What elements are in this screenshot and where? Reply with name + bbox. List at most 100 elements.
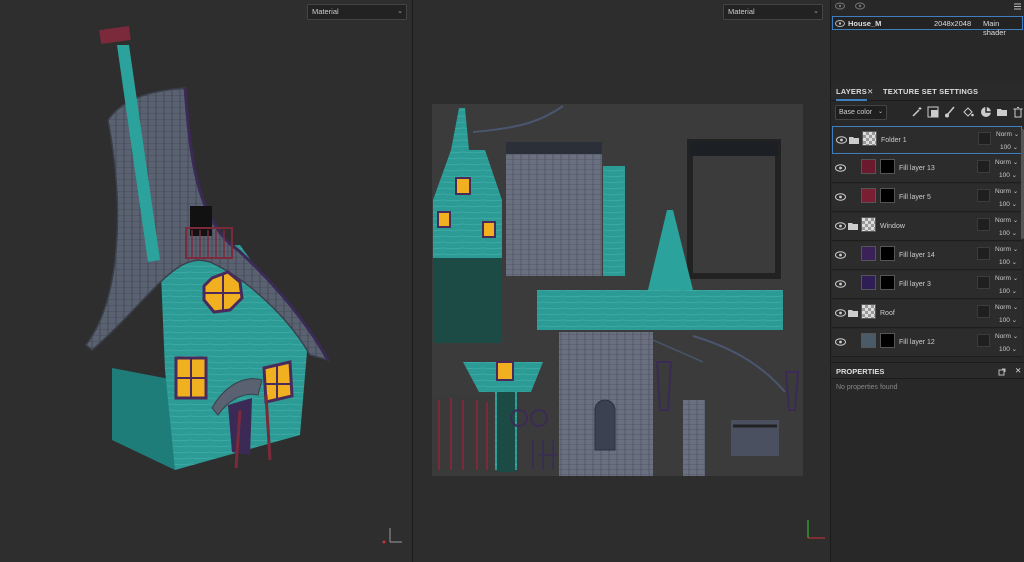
magic-wand-icon[interactable] [911, 106, 923, 118]
channel-dropdown[interactable]: Base color ⌄ [835, 105, 887, 120]
layer-name: Fill layer 3 [899, 281, 931, 288]
close-icon[interactable]: ✕ [1015, 366, 1021, 375]
layers-list: Folder 1 Norm ⌄ 100 ⌄ Fill layer 13 Norm… [831, 125, 1024, 357]
layer-row[interactable]: Folder 1 Norm ⌄ 100 ⌄ [832, 126, 1022, 154]
eye-icon[interactable] [835, 20, 845, 27]
add-mask-icon[interactable] [927, 106, 939, 118]
eye-icon[interactable] [835, 2, 845, 10]
texture-set-shader: Main shader [983, 19, 1006, 37]
viewport-2d[interactable]: Material ⌄ [413, 0, 830, 562]
layer-mask-thumbnail [880, 333, 895, 348]
texture-set-row[interactable]: House_M 2048x2048 Main shader [832, 16, 1023, 37]
eye-icon[interactable] [835, 221, 846, 231]
popout-icon[interactable] [998, 368, 1006, 376]
layer-mask-thumbnail [880, 246, 895, 261]
layer-row[interactable]: Roof Norm ⌄ 100 ⌄ [832, 300, 1022, 328]
texture-set-resolution: 2048x2048 [934, 19, 972, 28]
layer-blend-mode[interactable]: Norm ⌄ [996, 130, 1019, 138]
layer-opacity[interactable]: 100 ⌄ [999, 287, 1017, 295]
layer-row[interactable]: Window Norm ⌄ 100 ⌄ [832, 213, 1022, 241]
layer-mask-slot[interactable] [977, 276, 990, 289]
layer-mask-slot[interactable] [977, 160, 990, 173]
layer-name: Fill layer 14 [899, 252, 935, 259]
properties-empty-message: No properties found [836, 384, 898, 391]
layer-mask-slot[interactable] [977, 334, 990, 347]
tab-texture-set-settings[interactable]: TEXTURE SET SETTINGS [883, 87, 978, 96]
layer-opacity[interactable]: 100 ⌄ [999, 171, 1017, 179]
layer-blend-mode[interactable]: Norm ⌄ [995, 245, 1018, 253]
layer-blend-mode[interactable]: Norm ⌄ [995, 332, 1018, 340]
layer-row[interactable]: Fill layer 13 Norm ⌄ 100 ⌄ [832, 155, 1022, 183]
layers-tabbar: LAYERS ✕ TEXTURE SET SETTINGS [831, 84, 1024, 101]
trash-icon[interactable] [1012, 106, 1024, 118]
layer-color-thumbnail [861, 246, 876, 261]
layer-mask-slot[interactable] [977, 218, 990, 231]
viewport-3d[interactable]: Material ⌄ [0, 0, 412, 562]
layer-mask-thumbnail [880, 159, 895, 174]
close-icon[interactable]: ✕ [867, 87, 873, 96]
folder-icon[interactable] [849, 136, 859, 144]
axis-gizmo-3d [382, 528, 402, 544]
texture-set-header [831, 0, 1024, 13]
eye-icon[interactable] [835, 337, 846, 347]
layer-blend-mode[interactable]: Norm ⌄ [995, 187, 1018, 195]
layer-name: Fill layer 12 [899, 339, 935, 346]
layer-blend-mode[interactable]: Norm ⌄ [995, 216, 1018, 224]
layer-color-thumbnail [861, 275, 876, 290]
smart-material-icon[interactable] [980, 106, 992, 118]
layer-opacity[interactable]: 100 ⌄ [1000, 143, 1018, 151]
house-3d-model [84, 25, 330, 470]
layer-mask-thumbnail [880, 188, 895, 203]
right-panel: House_M 2048x2048 Main shader LAYERS ✕ T… [830, 0, 1024, 562]
menu-icon[interactable] [1013, 2, 1022, 11]
layer-thumbnail [862, 131, 877, 146]
layer-thumbnail [861, 217, 876, 232]
layer-name: Fill layer 13 [899, 165, 935, 172]
layer-opacity[interactable]: 100 ⌄ [999, 258, 1017, 266]
layer-name: Window [880, 223, 905, 230]
eye-icon[interactable] [835, 250, 846, 260]
layer-mask-slot[interactable] [978, 132, 991, 145]
tab-layers[interactable]: LAYERS [836, 87, 867, 101]
layer-color-thumbnail [861, 159, 876, 174]
layer-mask-slot[interactable] [977, 305, 990, 318]
layer-name: Roof [880, 310, 895, 317]
eye-icon[interactable] [835, 163, 846, 173]
layer-mask-thumbnail [880, 275, 895, 290]
folder-icon[interactable] [848, 309, 858, 317]
folder-icon[interactable] [996, 106, 1008, 118]
layer-row[interactable]: Fill layer 3 Norm ⌄ 100 ⌄ [832, 271, 1022, 299]
fill-bucket-icon[interactable] [962, 106, 974, 118]
layer-name: Fill layer 5 [899, 194, 931, 201]
eye-icon[interactable] [835, 192, 846, 202]
channel-dropdown-label: Base color [839, 109, 873, 116]
layer-blend-mode[interactable]: Norm ⌄ [995, 274, 1018, 282]
layer-mask-slot[interactable] [977, 189, 990, 202]
eye-icon[interactable] [835, 308, 846, 318]
layer-opacity[interactable]: 100 ⌄ [999, 316, 1017, 324]
layers-toolbar: Base color ⌄ [831, 103, 1024, 123]
layer-mask-slot[interactable] [977, 247, 990, 260]
properties-header: PROPERTIES ✕ [831, 362, 1024, 379]
axis-gizmo-2d [807, 520, 825, 539]
layer-color-thumbnail [861, 188, 876, 203]
eye-icon[interactable] [835, 279, 846, 289]
properties-title: PROPERTIES [836, 367, 885, 376]
layer-row[interactable]: Fill layer 12 Norm ⌄ 100 ⌄ [832, 329, 1022, 357]
layer-color-thumbnail [861, 333, 876, 348]
uv-texture-map [432, 104, 803, 476]
paint-brush-icon[interactable] [944, 106, 956, 118]
layer-opacity[interactable]: 100 ⌄ [999, 200, 1017, 208]
layer-opacity[interactable]: 100 ⌄ [999, 229, 1017, 237]
layer-row[interactable]: Fill layer 14 Norm ⌄ 100 ⌄ [832, 242, 1022, 270]
layer-opacity[interactable]: 100 ⌄ [999, 345, 1017, 353]
folder-icon[interactable] [848, 222, 858, 230]
layer-row[interactable]: Fill layer 5 Norm ⌄ 100 ⌄ [832, 184, 1022, 212]
eye-icon[interactable] [836, 135, 847, 145]
layer-blend-mode[interactable]: Norm ⌄ [995, 158, 1018, 166]
layer-name: Folder 1 [881, 137, 907, 144]
eye-icon[interactable] [855, 2, 865, 10]
chevron-down-icon: ⌄ [877, 109, 883, 115]
layer-thumbnail [861, 304, 876, 319]
layer-blend-mode[interactable]: Norm ⌄ [995, 303, 1018, 311]
